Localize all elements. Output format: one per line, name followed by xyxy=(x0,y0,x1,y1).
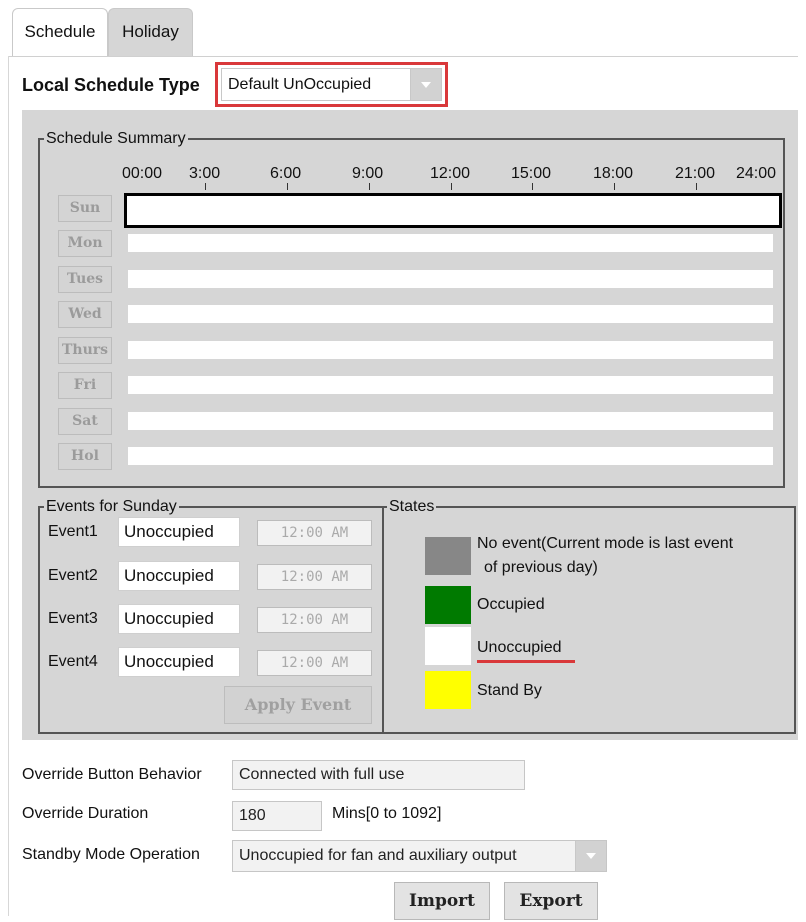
time-label: 18:00 xyxy=(593,165,634,182)
time-label: 12:00 xyxy=(430,165,471,182)
tab-holiday[interactable]: Holiday xyxy=(108,8,193,56)
event3-time-field[interactable]: 12:00 AM xyxy=(257,607,372,633)
time-tick xyxy=(696,183,697,190)
tab-divider xyxy=(8,56,798,57)
import-button[interactable]: Import xyxy=(394,882,490,920)
day-bar-hol[interactable] xyxy=(128,447,773,465)
time-tick xyxy=(205,183,206,190)
time-tick xyxy=(451,183,452,190)
time-tick xyxy=(614,183,615,190)
day-button-sat[interactable]: Sat xyxy=(58,408,112,435)
time-tick xyxy=(287,183,288,190)
no-event-label-line1: No event(Current mode is last event xyxy=(477,535,734,552)
day-bar-mon[interactable] xyxy=(128,234,773,252)
day-bar-sun[interactable] xyxy=(124,193,782,228)
day-button-mon[interactable]: Mon xyxy=(58,230,112,257)
day-button-tues[interactable]: Tues xyxy=(58,266,112,293)
event2-time-field[interactable]: 12:00 AM xyxy=(257,564,372,590)
day-bar-thurs[interactable] xyxy=(128,341,773,359)
event3-state-field[interactable]: Unoccupied xyxy=(118,604,240,634)
time-label: 9:00 xyxy=(352,165,384,182)
override-button-behavior-label: Override Button Behavior xyxy=(22,766,202,783)
local-schedule-type-label: Local Schedule Type xyxy=(22,75,200,95)
time-tick xyxy=(532,183,533,190)
time-label: 21:00 xyxy=(675,165,716,182)
day-button-thurs[interactable]: Thurs xyxy=(58,337,112,364)
chevron-down-icon[interactable] xyxy=(575,841,606,871)
standby-swatch xyxy=(425,671,471,709)
event4-state-field[interactable]: Unoccupied xyxy=(118,647,240,677)
schedule-summary-title: Schedule Summary xyxy=(44,129,188,149)
occupied-swatch xyxy=(425,586,471,624)
apply-event-button[interactable]: Apply Event xyxy=(224,686,372,724)
states-title: States xyxy=(387,497,437,517)
time-label: 00:00 xyxy=(122,165,163,182)
event2-label: Event2 xyxy=(48,567,98,584)
day-button-sun[interactable]: Sun xyxy=(58,195,112,222)
standby-label: Stand By xyxy=(477,682,542,699)
time-label: 24:00 xyxy=(736,165,777,182)
override-duration-field[interactable]: 180 xyxy=(232,801,322,831)
override-duration-unit: Mins[0 to 1092] xyxy=(332,805,442,822)
day-bar-sat[interactable] xyxy=(128,412,773,430)
event3-label: Event3 xyxy=(48,610,98,627)
standby-mode-operation-value: Unoccupied for fan and auxiliary output xyxy=(239,847,517,864)
event1-label: Event1 xyxy=(48,523,98,540)
tab-schedule[interactable]: Schedule xyxy=(12,8,108,56)
override-button-behavior-field[interactable]: Connected with full use xyxy=(232,760,525,790)
day-button-wed[interactable]: Wed xyxy=(58,301,112,328)
day-bar-wed[interactable] xyxy=(128,305,773,323)
day-button-hol[interactable]: Hol xyxy=(58,443,112,470)
standby-mode-operation-label: Standby Mode Operation xyxy=(22,846,200,863)
local-schedule-type-value: Default UnOccupied xyxy=(228,76,372,93)
unoccupied-swatch xyxy=(425,627,471,665)
occupied-label: Occupied xyxy=(477,596,545,613)
time-label: 15:00 xyxy=(511,165,552,182)
unoccupied-label: Unoccupied xyxy=(477,639,562,656)
no-event-label-line2: of previous day) xyxy=(484,559,598,576)
time-label: 6:00 xyxy=(270,165,302,182)
export-button[interactable]: Export xyxy=(504,882,598,920)
event2-state-field[interactable]: Unoccupied xyxy=(118,561,240,591)
time-tick xyxy=(369,183,370,190)
no-event-swatch xyxy=(425,537,471,575)
event1-time-field[interactable]: 12:00 AM xyxy=(257,520,372,546)
day-bar-fri[interactable] xyxy=(128,376,773,394)
event1-state-field[interactable]: Unoccupied xyxy=(118,517,240,547)
day-button-fri[interactable]: Fri xyxy=(58,372,112,399)
unoccupied-underline xyxy=(477,660,575,663)
chevron-down-icon[interactable] xyxy=(410,69,441,100)
override-duration-label: Override Duration xyxy=(22,805,149,822)
standby-mode-operation-select[interactable]: Unoccupied for fan and auxiliary output xyxy=(232,840,607,872)
time-label: 3:00 xyxy=(189,165,221,182)
local-schedule-type-select[interactable]: Default UnOccupied xyxy=(221,68,442,101)
day-bar-tues[interactable] xyxy=(128,270,773,288)
events-title: Events for Sunday xyxy=(44,497,179,517)
page-border xyxy=(8,56,9,916)
event4-label: Event4 xyxy=(48,653,98,670)
event4-time-field[interactable]: 12:00 AM xyxy=(257,650,372,676)
